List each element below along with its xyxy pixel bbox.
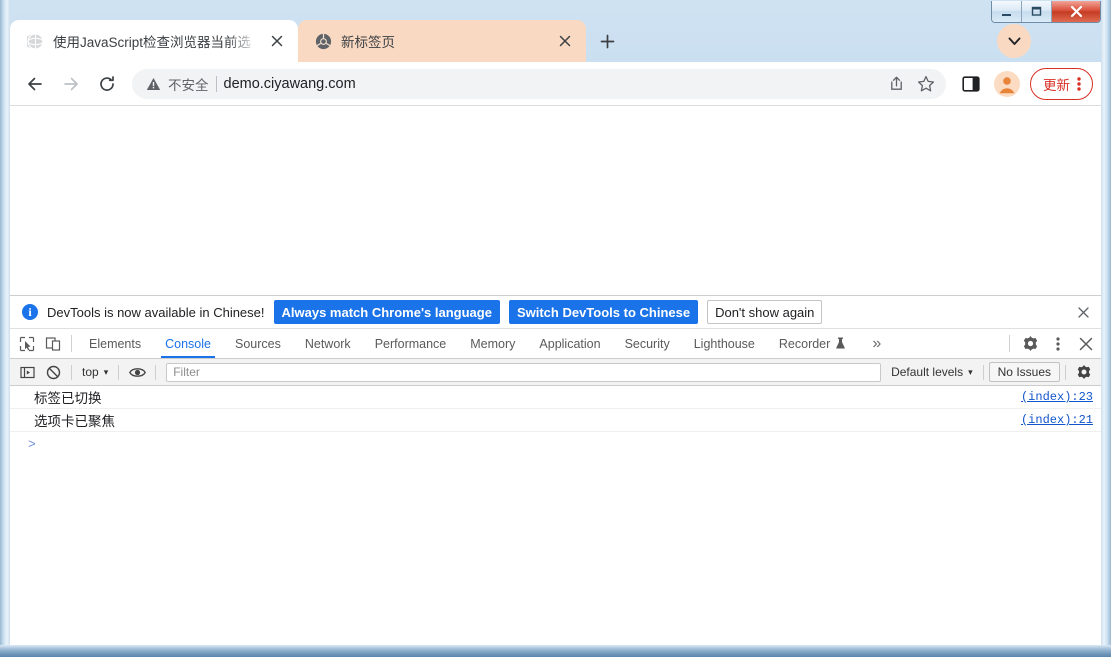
issues-button[interactable]: No Issues [988, 362, 1060, 382]
devtools-tab-network[interactable]: Network [293, 329, 363, 358]
omnibox-actions [882, 70, 940, 98]
inspect-element-icon[interactable] [14, 329, 40, 358]
tab-strip: 使用JavaScript检查浏览器当前选 新标签页 [10, 12, 1101, 62]
infobar-close-button[interactable] [1073, 302, 1093, 322]
devtools-language-infobar: i DevTools is now available in Chinese! … [10, 296, 1101, 329]
prompt-arrow-icon: > [28, 436, 36, 452]
browser-tab-active[interactable]: 使用JavaScript检查浏览器当前选 [10, 20, 298, 62]
console-filter-input[interactable]: Filter [166, 362, 882, 382]
title-bar: 使用JavaScript检查浏览器当前选 新标签页 [0, 0, 1111, 62]
dont-show-again-button[interactable]: Don't show again [707, 300, 823, 324]
console-log-message: 选项卡已聚焦 [34, 414, 115, 429]
devtools-tab-sources[interactable]: Sources [223, 329, 293, 358]
device-toolbar-icon[interactable] [40, 329, 66, 358]
chevron-down-icon: ▾ [968, 366, 973, 377]
tab-close-button[interactable] [554, 30, 576, 52]
console-log-source-link[interactable]: (index):21 [1021, 413, 1093, 427]
globe-icon [26, 32, 44, 50]
console-log-row[interactable]: 标签已切换 (index):23 [10, 386, 1101, 409]
devtools-tab-recorder[interactable]: Recorder [767, 329, 858, 358]
console-settings-gear-icon[interactable] [1071, 361, 1097, 383]
switch-to-chinese-button[interactable]: Switch DevTools to Chinese [508, 300, 699, 324]
warning-triangle-icon[interactable] [146, 77, 161, 91]
browser-toolbar: 不安全 demo.ciyawang.com 更新 [10, 62, 1101, 106]
star-icon[interactable] [912, 70, 940, 98]
console-prompt[interactable]: > [10, 433, 1101, 455]
console-toolbar-divider-1 [71, 364, 72, 380]
execution-context-value: top [82, 365, 99, 379]
devtools-tab-performance[interactable]: Performance [363, 329, 459, 358]
console-filter-placeholder: Filter [173, 365, 200, 379]
browser-tab-newtab[interactable]: 新标签页 [298, 20, 586, 62]
browser-window: 使用JavaScript检查浏览器当前选 新标签页 不安全 demo.ciyaw… [0, 0, 1111, 657]
chrome-icon [314, 32, 332, 50]
devtools-tab-console[interactable]: Console [153, 329, 223, 358]
devtools-tab-lighthouse[interactable]: Lighthouse [682, 329, 767, 358]
update-label: 更新 [1043, 77, 1070, 93]
console-log-row[interactable]: 选项卡已聚焦 (index):21 [10, 409, 1101, 432]
devtools-panel: i DevTools is now available in Chinese! … [10, 295, 1101, 645]
back-button[interactable] [18, 67, 52, 101]
tab-title: 新标签页 [341, 35, 395, 50]
info-icon: i [22, 304, 38, 320]
tabbar-divider-right [1009, 335, 1010, 352]
devtools-close-icon[interactable] [1071, 329, 1101, 358]
tab-search-button[interactable] [997, 24, 1031, 58]
devtools-tab-security[interactable]: Security [613, 329, 682, 358]
tabbar-divider [71, 335, 72, 352]
console-log-source-link[interactable]: (index):23 [1021, 390, 1093, 404]
forward-button[interactable] [54, 67, 88, 101]
console-toolbar: top ▾ Filter Default levels ▾ No Issues [10, 359, 1101, 386]
devtools-tab-elements[interactable]: Elements [77, 329, 153, 358]
security-status-text: 不安全 [168, 77, 209, 93]
new-tab-button[interactable] [592, 26, 622, 56]
log-levels-value: Default levels [891, 365, 964, 379]
profile-avatar-icon[interactable] [990, 67, 1024, 101]
console-toolbar-divider-3 [155, 364, 157, 380]
devtools-tab-application[interactable]: Application [527, 329, 612, 358]
log-levels-select[interactable]: Default levels ▾ [886, 362, 978, 382]
console-toolbar-divider-5 [1065, 364, 1066, 380]
devtools-tab-bar: Elements Console Sources Network Perform… [10, 329, 1101, 359]
url-text: demo.ciyawang.com [223, 75, 356, 92]
execution-context-select[interactable]: top ▾ [77, 362, 113, 382]
omnibox-divider [215, 75, 217, 92]
clear-console-icon[interactable] [40, 361, 66, 383]
window-frame-left [0, 0, 10, 657]
always-match-language-button[interactable]: Always match Chrome's language [273, 300, 500, 324]
console-log-message: 标签已切换 [34, 391, 102, 406]
flask-icon [835, 337, 846, 350]
side-panel-icon[interactable] [954, 67, 988, 101]
console-toolbar-divider-4 [982, 364, 984, 380]
page-viewport [10, 106, 1101, 295]
devtools-tab-recorder-label: Recorder [778, 336, 831, 351]
infobar-message: DevTools is now available in Chinese! [47, 304, 265, 320]
address-bar[interactable]: 不安全 demo.ciyawang.com [132, 68, 946, 99]
share-icon[interactable] [882, 70, 910, 98]
gear-icon[interactable] [1015, 329, 1045, 358]
console-messages-area[interactable]: 标签已切换 (index):23 选项卡已聚焦 (index):21 > [10, 386, 1101, 645]
window-frame-bottom [0, 645, 1111, 657]
chevron-down-icon: ▾ [103, 366, 109, 377]
devtools-tab-memory[interactable]: Memory [458, 329, 527, 358]
reload-button[interactable] [90, 67, 124, 101]
kebab-menu-icon[interactable] [1072, 76, 1086, 92]
devtools-more-options-icon[interactable] [1045, 329, 1071, 358]
console-sidebar-icon[interactable] [14, 361, 40, 383]
more-panels-button[interactable]: » [858, 329, 895, 358]
tab-title: 使用JavaScript检查浏览器当前选 [53, 35, 252, 50]
window-frame-right [1101, 0, 1111, 657]
devtools-tabbar-spacer [895, 329, 1004, 358]
update-button[interactable]: 更新 [1030, 67, 1093, 100]
console-toolbar-divider-2 [118, 364, 120, 380]
live-expression-icon[interactable] [124, 361, 150, 383]
tab-close-button[interactable] [266, 30, 288, 52]
